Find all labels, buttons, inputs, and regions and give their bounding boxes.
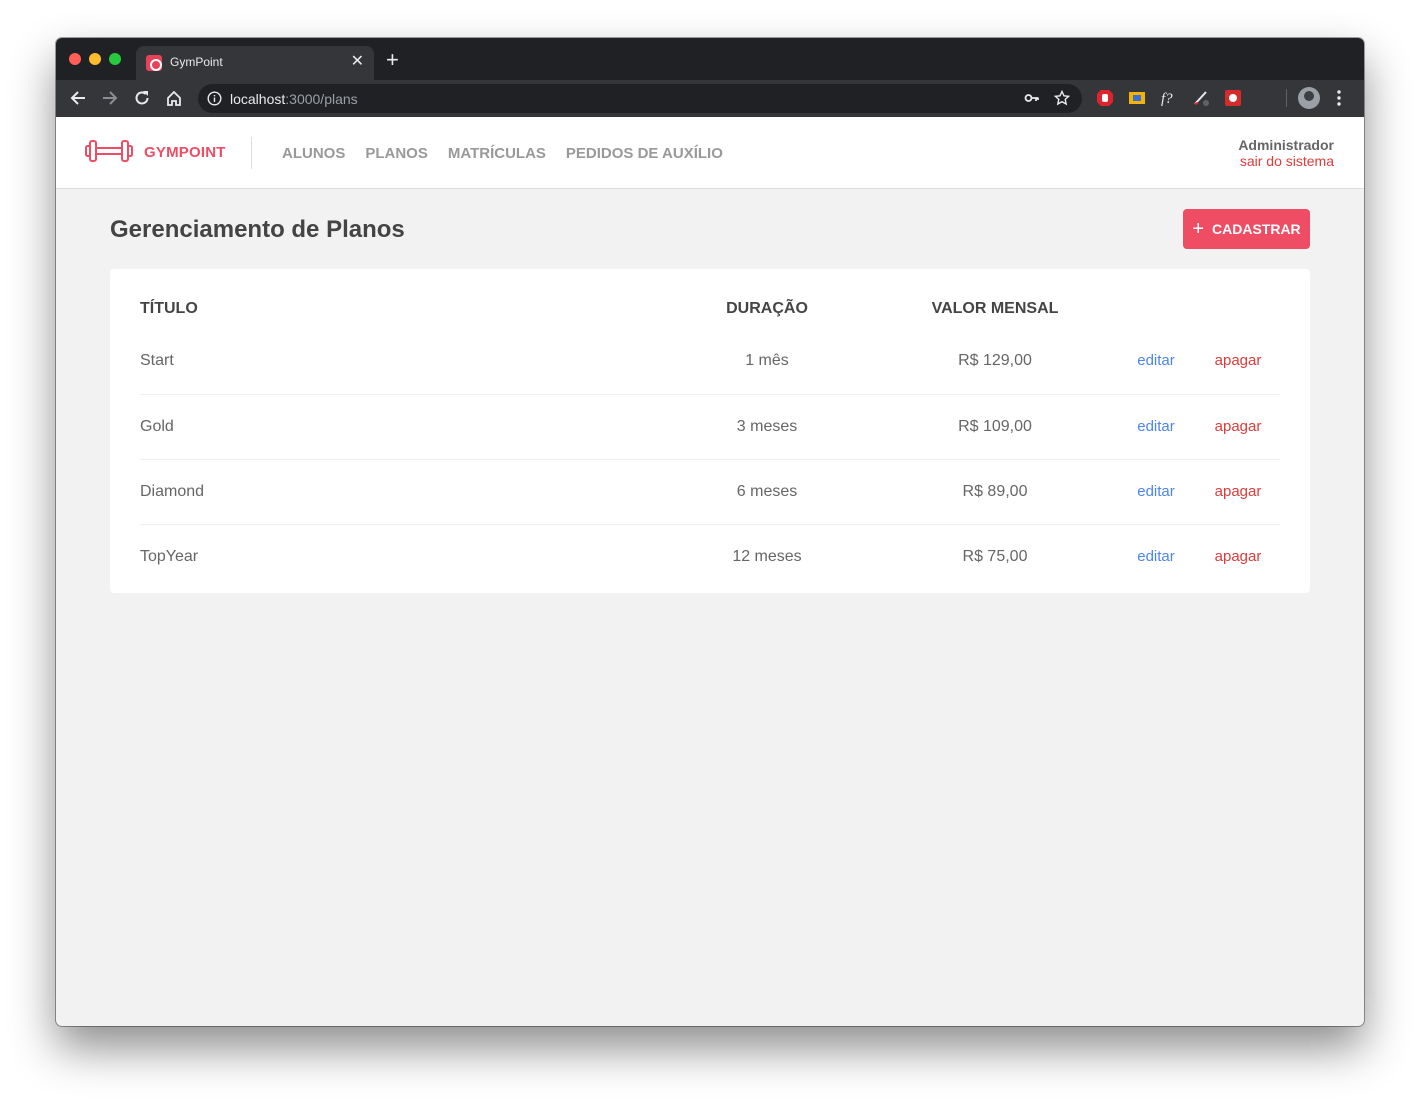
plan-duration: 6 meses (736, 482, 798, 500)
toolbar-divider (1286, 89, 1287, 107)
forward-icon[interactable] (98, 86, 122, 110)
nav-pedidos-de-auxilio[interactable]: PEDIDOS DE AUXÍLIO (566, 145, 723, 162)
tab-strip: GymPoint ✕ + (56, 38, 1364, 80)
plan-duration: 12 meses (732, 547, 802, 565)
table-row: TopYear 12 meses R$ 75,00 editar apagar (140, 524, 1280, 589)
profile-avatar-icon[interactable] (1298, 87, 1320, 109)
svg-text:f?: f? (1161, 91, 1173, 107)
plan-value: R$ 129,00 (958, 352, 1032, 370)
extension-pen-icon[interactable] (1192, 89, 1210, 107)
plan-title: TopYear (140, 547, 199, 565)
plan-value: R$ 109,00 (958, 417, 1032, 435)
header-title: TÍTULO (140, 300, 198, 317)
site-info-icon[interactable] (207, 91, 222, 111)
home-icon[interactable] (162, 86, 186, 110)
nav-matriculas[interactable]: MATRÍCULAS (448, 145, 546, 162)
table-row: Gold 3 meses R$ 109,00 editar apagar (140, 394, 1280, 459)
plans-card: TÍTULO DURAÇÃO VALOR MENSAL Start 1 mês … (110, 269, 1310, 593)
delete-link[interactable]: apagar (1215, 483, 1262, 500)
plan-title: Start (140, 352, 174, 370)
logout-link[interactable]: sair do sistema (1238, 153, 1334, 170)
main-nav: ALUNOS PLANOS MATRÍCULAS PEDIDOS DE AUXÍ… (282, 145, 723, 162)
app-header: GYMPOINT ALUNOS PLANOS MATRÍCULAS PEDIDO… (56, 117, 1364, 189)
brand-name[interactable]: GYMPOINT (144, 144, 226, 161)
dumbbell-logo-icon (85, 138, 133, 169)
password-key-icon[interactable] (1024, 90, 1040, 111)
plans-table: TÍTULO DURAÇÃO VALOR MENSAL Start 1 mês … (140, 289, 1280, 589)
register-button[interactable]: + CADASTRAR (1183, 209, 1310, 249)
maximize-window-button[interactable] (109, 53, 121, 65)
plan-value: R$ 75,00 (962, 547, 1028, 565)
close-tab-icon[interactable]: ✕ (351, 52, 364, 72)
delete-link[interactable]: apagar (1215, 352, 1262, 369)
plan-title: Diamond (140, 482, 205, 500)
close-window-button[interactable] (69, 53, 81, 65)
nav-alunos[interactable]: ALUNOS (282, 145, 345, 162)
edit-link[interactable]: editar (1137, 352, 1175, 369)
table-row: Diamond 6 meses R$ 89,00 editar apagar (140, 459, 1280, 524)
header-monthly-value: VALOR MENSAL (931, 300, 1059, 317)
edit-link[interactable]: editar (1137, 548, 1175, 565)
table-row: Start 1 mês R$ 129,00 editar apagar (140, 329, 1280, 394)
bookmark-star-icon[interactable] (1053, 89, 1071, 111)
header-divider (251, 137, 252, 169)
table-header-row: TÍTULO DURAÇÃO VALOR MENSAL (140, 289, 1280, 329)
user-name: Administrador (1238, 137, 1334, 153)
reload-icon[interactable] (130, 86, 154, 110)
edit-link[interactable]: editar (1137, 483, 1175, 500)
plus-icon: + (1192, 218, 1204, 240)
tab-title: GymPoint (170, 55, 223, 69)
address-bar[interactable]: localhost:3000/plans (198, 84, 1082, 113)
plan-duration: 1 mês (745, 352, 789, 370)
minimize-window-button[interactable] (89, 53, 101, 65)
delete-link[interactable]: apagar (1215, 548, 1262, 565)
url-text: localhost:3000/plans (230, 91, 358, 107)
nav-planos[interactable]: PLANOS (365, 145, 428, 162)
edit-link[interactable]: editar (1137, 418, 1175, 435)
delete-link[interactable]: apagar (1215, 418, 1262, 435)
plan-value: R$ 89,00 (962, 482, 1028, 500)
extension-mail-icon[interactable] (1128, 89, 1146, 107)
browser-window: GymPoint ✕ + localhost:3000/plans f? GYM… (56, 38, 1364, 1026)
header-duration: DURAÇÃO (726, 300, 808, 317)
browser-menu-icon[interactable] (1336, 89, 1342, 112)
header-delete-spacer (1196, 289, 1280, 329)
page-title: Gerenciamento de Planos (110, 216, 405, 243)
back-icon[interactable] (66, 86, 90, 110)
gympoint-favicon-icon (146, 55, 162, 71)
new-tab-button[interactable]: + (386, 48, 399, 72)
plan-title: Gold (140, 417, 174, 435)
browser-tab[interactable]: GymPoint ✕ (136, 46, 374, 80)
user-profile: Administrador sair do sistema (1238, 137, 1334, 170)
extension-red-icon[interactable] (1224, 89, 1242, 107)
extension-font-icon[interactable]: f? (1160, 89, 1178, 107)
browser-toolbar: localhost:3000/plans f? (56, 80, 1364, 117)
register-button-label: CADASTRAR (1212, 221, 1301, 237)
header-edit-spacer (1116, 289, 1196, 329)
plan-duration: 3 meses (736, 417, 798, 435)
adblock-extension-icon[interactable] (1096, 89, 1114, 107)
